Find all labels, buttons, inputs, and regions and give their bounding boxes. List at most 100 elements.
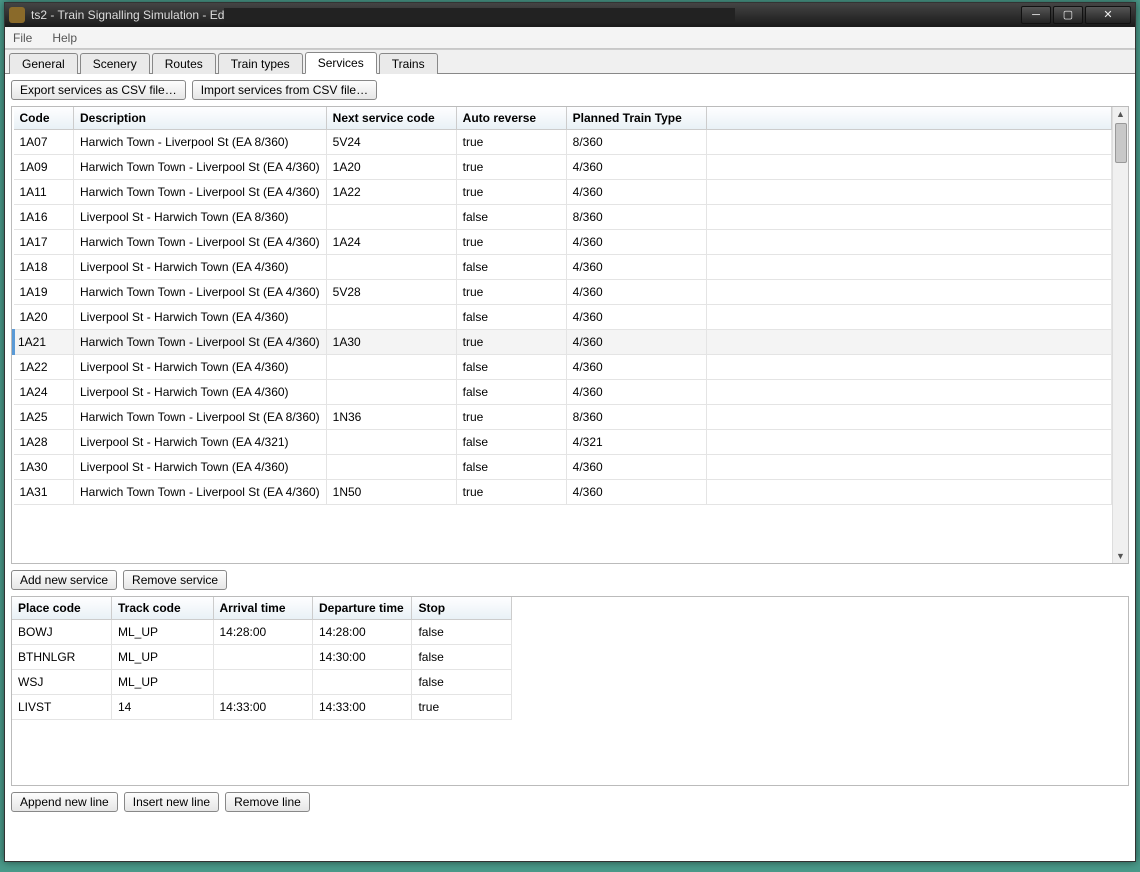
import-csv-button[interactable]: Import services from CSV file… <box>192 80 377 100</box>
cell-auto[interactable]: true <box>456 230 566 255</box>
cell-place[interactable]: BTHNLGR <box>12 645 111 670</box>
cell-ptt[interactable]: 8/360 <box>566 130 706 155</box>
cell-ptt[interactable]: 4/360 <box>566 330 706 355</box>
cell-ptt[interactable]: 4/360 <box>566 280 706 305</box>
cell-next[interactable] <box>326 255 456 280</box>
titlebar[interactable]: ts2 - Train Signalling Simulation - Ed██… <box>5 3 1135 27</box>
tab-train-types[interactable]: Train types <box>218 53 303 74</box>
cell-next[interactable] <box>326 455 456 480</box>
cell-track[interactable]: ML_UP <box>111 645 213 670</box>
col-header-place-code[interactable]: Place code <box>12 597 111 620</box>
cell-dep[interactable] <box>312 670 411 695</box>
cell-code[interactable]: 1A19 <box>14 280 74 305</box>
cell-ptt[interactable]: 8/360 <box>566 205 706 230</box>
cell-desc[interactable]: Liverpool St - Harwich Town (EA 4/360) <box>74 255 327 280</box>
cell-code[interactable]: 1A11 <box>14 180 74 205</box>
cell-next[interactable] <box>326 430 456 455</box>
cell-desc[interactable]: Harwich Town - Liverpool St (EA 8/360) <box>74 130 327 155</box>
cell-code[interactable]: 1A25 <box>14 405 74 430</box>
tab-services[interactable]: Services <box>305 52 377 74</box>
cell-auto[interactable]: false <box>456 380 566 405</box>
remove-service-button[interactable]: Remove service <box>123 570 227 590</box>
cell-desc[interactable]: Liverpool St - Harwich Town (EA 4/360) <box>74 355 327 380</box>
cell-ptt[interactable]: 4/360 <box>566 255 706 280</box>
cell-code[interactable]: 1A31 <box>14 480 74 505</box>
cell-code[interactable]: 1A21 <box>14 330 74 355</box>
cell-code[interactable]: 1A17 <box>14 230 74 255</box>
cell-track[interactable]: ML_UP <box>111 670 213 695</box>
col-header-arrival-time[interactable]: Arrival time <box>213 597 312 620</box>
table-row[interactable]: 1A07Harwich Town - Liverpool St (EA 8/36… <box>14 130 1112 155</box>
table-row[interactable]: 1A28Liverpool St - Harwich Town (EA 4/32… <box>14 430 1112 455</box>
col-header-stop[interactable]: Stop <box>412 597 512 620</box>
cell-next[interactable]: 1N50 <box>326 480 456 505</box>
cell-code[interactable]: 1A28 <box>14 430 74 455</box>
table-row[interactable]: 1A19Harwich Town Town - Liverpool St (EA… <box>14 280 1112 305</box>
table-row[interactable]: 1A09Harwich Town Town - Liverpool St (EA… <box>14 155 1112 180</box>
scroll-down-icon[interactable]: ▼ <box>1114 549 1128 563</box>
table-row[interactable]: 1A16Liverpool St - Harwich Town (EA 8/36… <box>14 205 1112 230</box>
cell-code[interactable]: 1A07 <box>14 130 74 155</box>
cell-desc[interactable]: Harwich Town Town - Liverpool St (EA 4/3… <box>74 330 327 355</box>
cell-code[interactable]: 1A16 <box>14 205 74 230</box>
cell-desc[interactable]: Liverpool St - Harwich Town (EA 8/360) <box>74 205 327 230</box>
cell-auto[interactable]: false <box>456 305 566 330</box>
cell-ptt[interactable]: 4/360 <box>566 305 706 330</box>
cell-auto[interactable]: false <box>456 455 566 480</box>
cell-desc[interactable]: Harwich Town Town - Liverpool St (EA 4/3… <box>74 155 327 180</box>
table-row[interactable]: 1A25Harwich Town Town - Liverpool St (EA… <box>14 405 1112 430</box>
cell-auto[interactable]: true <box>456 180 566 205</box>
cell-dep[interactable]: 14:28:00 <box>312 620 411 645</box>
cell-dep[interactable]: 14:30:00 <box>312 645 411 670</box>
cell-ptt[interactable]: 4/360 <box>566 230 706 255</box>
cell-code[interactable]: 1A30 <box>14 455 74 480</box>
services-table[interactable]: Code Description Next service code Auto … <box>12 107 1112 505</box>
cell-next[interactable]: 1A24 <box>326 230 456 255</box>
cell-desc[interactable]: Harwich Town Town - Liverpool St (EA 8/3… <box>74 405 327 430</box>
cell-auto[interactable]: false <box>456 430 566 455</box>
cell-next[interactable]: 1A20 <box>326 155 456 180</box>
cell-stop[interactable]: false <box>412 620 512 645</box>
add-service-button[interactable]: Add new service <box>11 570 117 590</box>
cell-auto[interactable]: false <box>456 205 566 230</box>
cell-desc[interactable]: Liverpool St - Harwich Town (EA 4/360) <box>74 305 327 330</box>
cell-stop[interactable]: false <box>412 670 512 695</box>
cell-ptt[interactable]: 4/360 <box>566 180 706 205</box>
cell-desc[interactable]: Liverpool St - Harwich Town (EA 4/360) <box>74 455 327 480</box>
table-row[interactable]: 1A22Liverpool St - Harwich Town (EA 4/36… <box>14 355 1112 380</box>
cell-desc[interactable]: Harwich Town Town - Liverpool St (EA 4/3… <box>74 180 327 205</box>
cell-desc[interactable]: Harwich Town Town - Liverpool St (EA 4/3… <box>74 480 327 505</box>
cell-next[interactable] <box>326 205 456 230</box>
table-row[interactable]: 1A17Harwich Town Town - Liverpool St (EA… <box>14 230 1112 255</box>
cell-arr[interactable]: 14:28:00 <box>213 620 312 645</box>
cell-auto[interactable]: true <box>456 480 566 505</box>
cell-auto[interactable]: true <box>456 130 566 155</box>
cell-ptt[interactable]: 4/360 <box>566 455 706 480</box>
cell-ptt[interactable]: 8/360 <box>566 405 706 430</box>
cell-ptt[interactable]: 4/360 <box>566 380 706 405</box>
cell-stop[interactable]: false <box>412 645 512 670</box>
cell-next[interactable] <box>326 305 456 330</box>
cell-next[interactable]: 5V24 <box>326 130 456 155</box>
cell-track[interactable]: ML_UP <box>111 620 213 645</box>
tab-general[interactable]: General <box>9 53 78 74</box>
remove-line-button[interactable]: Remove line <box>225 792 310 812</box>
cell-ptt[interactable]: 4/360 <box>566 355 706 380</box>
cell-auto[interactable]: true <box>456 330 566 355</box>
table-row[interactable]: 1A18Liverpool St - Harwich Town (EA 4/36… <box>14 255 1112 280</box>
table-row[interactable]: WSJML_UP false <box>12 670 512 695</box>
cell-code[interactable]: 1A24 <box>14 380 74 405</box>
cell-next[interactable] <box>326 380 456 405</box>
cell-ptt[interactable]: 4/360 <box>566 155 706 180</box>
menu-file[interactable]: File <box>9 29 36 47</box>
maximize-button[interactable]: ▢ <box>1053 6 1083 24</box>
details-table[interactable]: Place code Track code Arrival time Depar… <box>12 597 512 720</box>
col-header-code[interactable]: Code <box>14 107 74 130</box>
cell-dep[interactable]: 14:33:00 <box>312 695 411 720</box>
tab-trains[interactable]: Trains <box>379 53 438 74</box>
cell-place[interactable]: WSJ <box>12 670 111 695</box>
cell-next[interactable]: 1N36 <box>326 405 456 430</box>
services-scrollbar[interactable]: ▲ ▼ <box>1112 107 1128 563</box>
cell-auto[interactable]: false <box>456 255 566 280</box>
cell-auto[interactable]: true <box>456 405 566 430</box>
